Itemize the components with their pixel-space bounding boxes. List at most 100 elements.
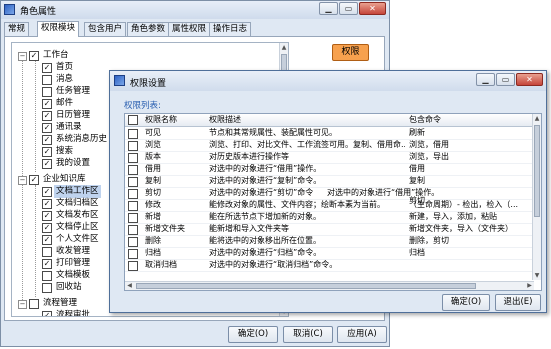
row-checkbox[interactable] <box>128 261 138 271</box>
collapse-icon[interactable]: − <box>18 300 27 309</box>
column-header-name[interactable]: 权限名称 <box>145 114 205 126</box>
row-checkbox[interactable] <box>128 141 138 151</box>
cell-name: 删除 <box>145 236 161 245</box>
row-checkbox[interactable] <box>128 189 138 199</box>
checkbox[interactable]: ✓ <box>42 123 52 133</box>
tab-included-users[interactable]: 包含用户 <box>84 22 127 36</box>
ok-button[interactable]: 确定(O) <box>228 326 278 343</box>
scroll-thumb[interactable] <box>534 125 540 217</box>
cell-desc: 能新增和导入文件夹等 <box>209 224 289 233</box>
cell-commands: 浏览，导出 <box>409 152 449 161</box>
cell-commands: （生命周期）- 检出，检入（... <box>409 200 519 209</box>
checkbox[interactable] <box>42 75 52 85</box>
cell-desc: 对选中的对象进行“归档”命令。 <box>209 248 322 257</box>
row-checkbox[interactable] <box>128 213 138 223</box>
cell-commands: 复制 <box>409 176 425 185</box>
row-checkbox[interactable] <box>128 177 138 187</box>
row-checkbox[interactable] <box>128 249 138 259</box>
tab-permission-modules[interactable]: 权限模块 <box>37 21 80 37</box>
column-header-desc[interactable]: 权限描述 <box>209 114 399 126</box>
permission-settings-dialog: 权限设置 ▁ ▭ ✕ 权限列表: 权限名称 权限描述 包含命令 可见 节点和其常… <box>109 70 547 313</box>
permission-list-caption: 权限列表: <box>124 101 161 111</box>
checkbox[interactable]: ✓ <box>42 99 52 109</box>
checkbox[interactable] <box>42 247 52 257</box>
checkbox[interactable]: ✓ <box>42 111 52 121</box>
cell-name: 借用 <box>145 164 161 173</box>
app-icon <box>4 4 15 15</box>
cell-name: 版本 <box>145 152 161 161</box>
scroll-right-icon[interactable]: ▶ <box>525 282 534 290</box>
maximize-icon[interactable]: ▭ <box>339 2 358 15</box>
checkbox[interactable]: ✓ <box>42 211 52 221</box>
collapse-icon[interactable]: − <box>18 176 27 185</box>
tree-node-label: 回收站 <box>56 282 82 292</box>
checkbox[interactable]: ✓ <box>42 159 52 169</box>
row-checkbox[interactable] <box>128 129 138 139</box>
checkbox[interactable]: ✓ <box>42 63 52 73</box>
cell-commands: 刷新 <box>409 128 425 137</box>
checkbox[interactable]: ✓ <box>29 51 39 61</box>
checkbox[interactable]: ✓ <box>42 147 52 157</box>
row-checkbox[interactable] <box>128 225 138 235</box>
permission-button[interactable]: 权限 <box>332 44 369 61</box>
checkbox[interactable]: ✓ <box>42 235 52 245</box>
tab-general[interactable]: 常规 <box>4 22 30 36</box>
cell-desc: 对选中的对象进行“复制”命令。 <box>209 176 322 185</box>
select-all-checkbox[interactable] <box>128 115 138 125</box>
cell-desc: 能修改对象的属性、文件内容；绘断本素为当前。 <box>209 200 385 209</box>
checkbox[interactable]: ✓ <box>42 259 52 269</box>
maximize-icon[interactable]: ▭ <box>496 73 515 86</box>
table-row[interactable]: 取消归档 对选中的对象进行“取消归档”命令。 <box>125 259 534 272</box>
cell-name: 修改 <box>145 200 161 209</box>
title-bar[interactable]: 角色属性 ▁ ▭ ✕ <box>1 1 389 19</box>
table-v-scrollbar[interactable]: ▲ ▼ <box>532 114 541 280</box>
cell-commands: 借用 <box>409 164 425 173</box>
cell-commands: 归档 <box>409 248 425 257</box>
minimize-icon[interactable]: ▁ <box>476 73 495 86</box>
row-checkbox[interactable] <box>128 153 138 163</box>
scroll-up-icon[interactable]: ▲ <box>533 114 541 123</box>
checkbox[interactable] <box>29 299 39 309</box>
scroll-thumb[interactable] <box>136 283 476 289</box>
checkbox[interactable]: ✓ <box>29 175 39 185</box>
checkbox[interactable]: ✓ <box>42 135 52 145</box>
table-h-scrollbar[interactable]: ◀ ▶ <box>125 281 534 290</box>
cell-desc: 对选中的对象进行“剪切”命令 <box>209 188 314 197</box>
row-checkbox[interactable] <box>128 201 138 211</box>
scroll-down-icon[interactable]: ▼ <box>533 271 541 280</box>
checkbox[interactable]: ✓ <box>42 187 52 197</box>
tree-node-label: 流程审批 <box>56 310 91 317</box>
close-icon[interactable]: ✕ <box>359 2 386 15</box>
tab-strip: 常规 权限模块 包含用户 角色参数 属性权限 操作日志 <box>4 21 386 37</box>
cell-name: 取消归档 <box>145 260 177 269</box>
checkbox[interactable] <box>42 271 52 281</box>
row-checkbox[interactable] <box>128 165 138 175</box>
tab-role-params[interactable]: 角色参数 <box>127 22 170 36</box>
cancel-button[interactable]: 取消(C) <box>283 326 333 343</box>
scroll-up-icon[interactable]: ▲ <box>280 43 288 52</box>
checkbox[interactable]: ✓ <box>42 199 52 209</box>
cell-name: 新增 <box>145 212 161 221</box>
tab-operation-log[interactable]: 操作日志 <box>209 22 252 36</box>
row-checkbox[interactable] <box>128 237 138 247</box>
dialog-title: 权限设置 <box>130 79 167 89</box>
window-title: 角色属性 <box>20 7 57 17</box>
cell-desc: 浏览、打印、对比文件、工作流签可用。复制、借用命... <box>209 140 405 149</box>
checkbox[interactable] <box>42 87 52 97</box>
column-header-commands[interactable]: 包含命令 <box>409 114 529 126</box>
cell-commands: 浏览，借用 <box>409 140 449 149</box>
cell-name: 浏览 <box>145 140 161 149</box>
collapse-icon[interactable]: − <box>18 52 27 61</box>
close-icon[interactable]: ✕ <box>516 73 543 86</box>
tab-attribute-permissions[interactable]: 属性权限 <box>168 22 211 36</box>
minimize-icon[interactable]: ▁ <box>319 2 338 15</box>
scroll-left-icon[interactable]: ◀ <box>125 282 134 290</box>
dialog-title-bar[interactable]: 权限设置 ▁ ▭ ✕ <box>110 71 546 91</box>
checkbox[interactable]: ✓ <box>42 223 52 233</box>
apply-button[interactable]: 应用(A) <box>337 326 387 343</box>
ok-button[interactable]: 确定(O) <box>442 294 490 311</box>
exit-button[interactable]: 退出(E) <box>495 294 541 311</box>
cell-desc: 能将选中的对象移出所在位置。 <box>209 236 321 245</box>
checkbox[interactable] <box>42 283 52 293</box>
checkbox[interactable]: ✓ <box>42 311 52 316</box>
